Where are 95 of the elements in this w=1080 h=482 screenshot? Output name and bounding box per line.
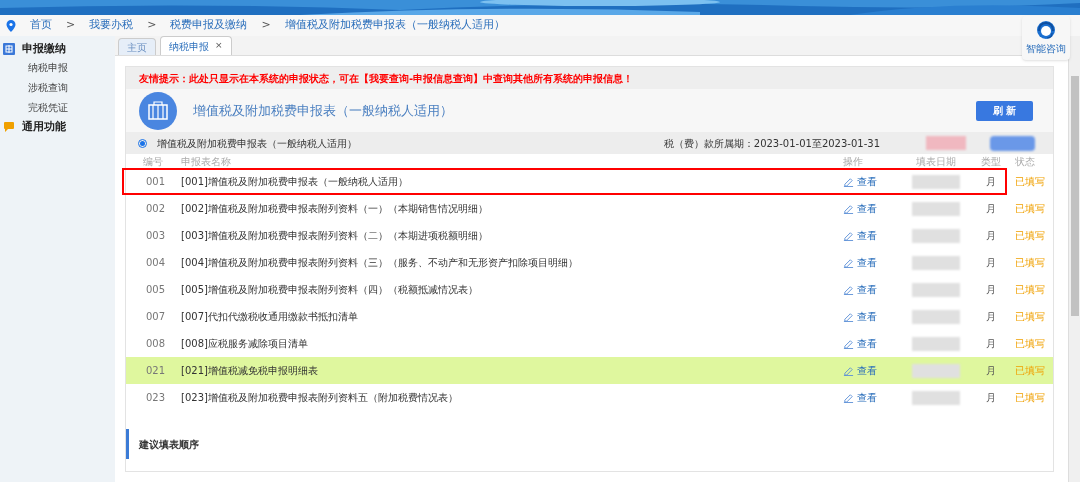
table-cell-text: 002 [145, 202, 167, 216]
column-header: 申报表名称 [181, 154, 232, 169]
chat-icon [3, 121, 15, 133]
table-cell-text: 023 [145, 391, 167, 405]
status-text: 已填写 [1014, 337, 1046, 351]
sidebar-item[interactable]: 涉税查询 [0, 78, 115, 98]
period-text: 税（费）款所属期：2023-01-01至2023-01-31 [663, 136, 880, 151]
sidebar-item[interactable]: 完税凭证 [0, 98, 115, 118]
view-link[interactable]: 查看 [857, 282, 877, 297]
table-cell-text: [002]增值税及附加税费申报表附列资料（一）（本期销售情况明细） [181, 202, 489, 216]
edit-icon [843, 365, 854, 376]
redacted-block [912, 228, 960, 243]
close-icon[interactable]: × [215, 39, 223, 53]
status-text: 已填写 [1014, 229, 1046, 243]
radio-label[interactable]: 增值税及附加税费申报表（一般纳税人适用） [157, 135, 357, 151]
edit-icon [843, 311, 854, 322]
view-link[interactable]: 查看 [857, 228, 877, 243]
status-text: 已填写 [1014, 310, 1046, 324]
table-cell-text: 007 [145, 310, 167, 324]
view-link[interactable]: 查看 [857, 309, 877, 324]
edit-icon [843, 230, 854, 241]
breadcrumb-link[interactable]: 税费申报及缴纳 [170, 17, 248, 34]
status-text: 已填写 [1014, 364, 1046, 378]
column-header: 状态 [1014, 154, 1036, 169]
redacted-block [912, 309, 960, 324]
view-link[interactable]: 查看 [857, 390, 877, 405]
view-link[interactable]: 查看 [857, 363, 877, 378]
sidebar-group-title[interactable]: 通用功能 [22, 118, 66, 136]
table-cell-text: 月 [985, 364, 997, 378]
table-cell-text: 月 [985, 283, 997, 297]
table-cell-text: 004 [145, 256, 167, 270]
status-text: 已填写 [1014, 256, 1046, 270]
sidebar-group-title[interactable]: 申报缴纳 [22, 40, 66, 58]
breadcrumb-separator: > [66, 17, 76, 34]
edit-icon [843, 284, 854, 295]
table-cell-text: [007]代扣代缴税收通用缴款书抵扣清单 [181, 310, 359, 324]
column-header: 编号 [142, 154, 164, 169]
table-cell-text: [004]增值税及附加税费申报表附列资料（三）（服务、不动产和无形资产扣除项目明细） [181, 256, 579, 270]
view-link[interactable]: 查看 [857, 174, 877, 189]
table-cell-text: 月 [985, 391, 997, 405]
edit-icon [843, 203, 854, 214]
table-cell-text: 021 [145, 364, 167, 378]
status-text: 已填写 [1014, 175, 1046, 189]
redacted-block [912, 282, 960, 297]
breadcrumb-separator: > [147, 17, 157, 34]
table-cell-text: 月 [985, 337, 997, 351]
redacted-block [912, 336, 960, 351]
form-icon [3, 43, 15, 55]
table-cell-text: 月 [985, 256, 997, 270]
location-pin-icon [6, 19, 16, 32]
table-cell-text: [005]增值税及附加税费申报表附列资料（四）（税额抵减情况表） [181, 283, 479, 297]
table-cell-text: 月 [985, 310, 997, 324]
breadcrumb-link[interactable]: 增值税及附加税费申报表（一般纳税人适用） [284, 17, 505, 34]
sidebar-item[interactable]: 纳税申报 [0, 58, 115, 78]
redacted-block [912, 390, 960, 405]
status-text: 已填写 [1014, 283, 1046, 297]
table-cell-text: [003]增值税及附加税费申报表附列资料（二）（本期进项税额明细） [181, 229, 489, 243]
table-cell-text: [001]增值税及附加税费申报表（一般纳税人适用） [181, 175, 409, 189]
table-cell-text: 005 [145, 283, 167, 297]
notice-text: 友情提示：此处只显示在本系统的申报状态，可在【我要查询-申报信息查询】中查询其他所有系统的申报信息！ [139, 71, 634, 86]
redacted-block [912, 255, 960, 270]
redacted-block [912, 174, 960, 189]
edit-icon [843, 338, 854, 349]
view-link[interactable]: 查看 [857, 201, 877, 216]
redacted-block [912, 201, 960, 216]
table-cell-text: 001 [145, 175, 167, 189]
refresh-button[interactable]: 刷 新 [976, 100, 1033, 121]
status-text: 已填写 [1014, 202, 1046, 216]
status-text: 已填写 [1014, 391, 1046, 405]
table-cell-text: [021]增值税减免税申报明细表 [181, 364, 319, 378]
column-header: 操作 [843, 154, 864, 169]
table-cell-text: 月 [985, 229, 997, 243]
table-cell-text: [008]应税服务减除项目清单 [181, 337, 309, 351]
redacted-block [990, 135, 1035, 151]
redacted-block [926, 136, 966, 150]
table-row[interactable]: 021 [021]增值税减免税申报明细表 查看 月 已填写 [126, 357, 1053, 384]
edit-icon [843, 257, 854, 268]
section-title: 建议填表顺序 [139, 437, 199, 452]
redacted-block [912, 363, 960, 378]
table-cell-text: 月 [985, 175, 997, 189]
table-cell-text: [023]增值税及附加税费申报表附列资料五（附加税费情况表） [181, 391, 459, 405]
column-header: 填表日期 [915, 154, 957, 169]
table-cell-text: 月 [985, 202, 997, 216]
breadcrumb-link[interactable]: 我要办税 [89, 17, 134, 34]
view-link[interactable]: 查看 [857, 336, 877, 351]
table-cell-text: 003 [145, 229, 167, 243]
breadcrumb-link[interactable]: 首页 [30, 17, 52, 34]
edit-icon [843, 392, 854, 403]
table-cell-text: 008 [145, 337, 167, 351]
view-link[interactable]: 查看 [857, 255, 877, 270]
form-title: 增值税及附加税费申报表（一般纳税人适用） [193, 101, 453, 120]
edit-icon [843, 176, 854, 187]
breadcrumb-separator: > [261, 17, 271, 34]
column-header: 类型 [980, 154, 1002, 169]
tab[interactable]: 纳税申报 × [160, 36, 232, 55]
